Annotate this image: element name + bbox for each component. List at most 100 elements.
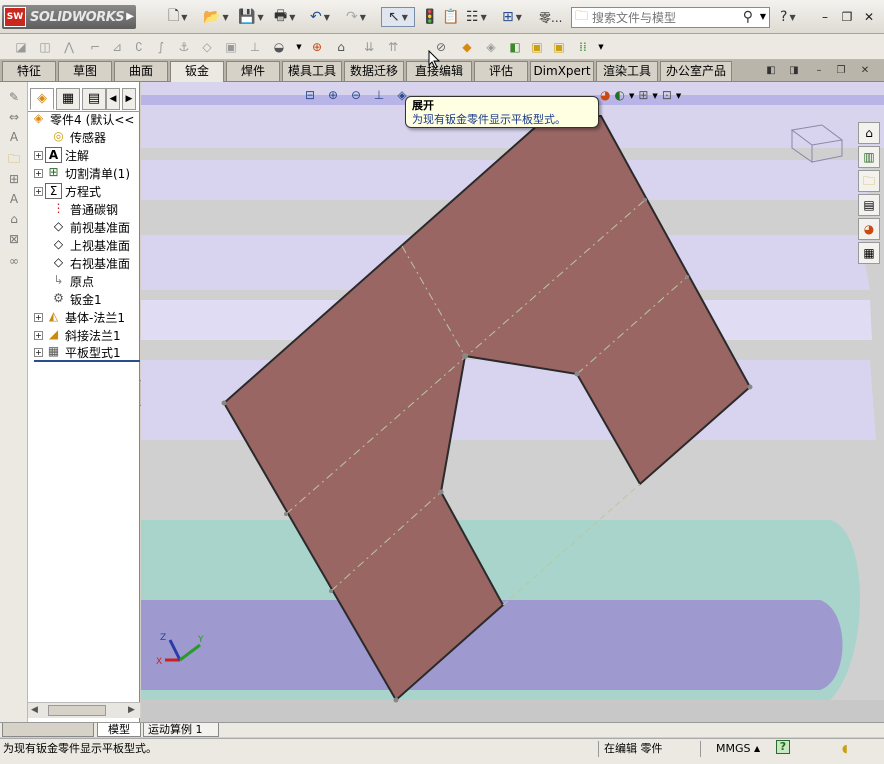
graphics-area[interactable]: X Z Y [141, 82, 884, 722]
section-view-icon[interactable]: ⊥ [369, 88, 389, 108]
tree-item-right-plane[interactable]: ◇ 右视基准面 [50, 254, 130, 272]
tree-root-part[interactable]: ◈ 零件4 (默认<< [30, 110, 135, 128]
doc-close-button[interactable]: ✕ [858, 64, 872, 78]
solidworks-resources-icon[interactable]: ⌂ [858, 122, 880, 144]
tab-data-migration[interactable]: 数据迁移 [344, 61, 404, 81]
jog-icon[interactable]: ∫ [152, 38, 170, 56]
open-file-button[interactable]: 📂 ▼ [203, 7, 229, 27]
tab-features[interactable]: 特征 [2, 61, 56, 81]
design-library-icon[interactable]: ▥ [858, 146, 880, 168]
folder-icon[interactable]: 🗀 [6, 150, 22, 166]
redo-button[interactable]: ↷ ▼ [346, 7, 366, 27]
file-explorer-icon[interactable]: 🗀 [858, 170, 880, 192]
unfold-icon[interactable]: ⇊ [360, 38, 378, 56]
break-corner-icon[interactable]: ◒ [270, 38, 288, 56]
select-button[interactable]: ↖ ▼ [381, 7, 415, 27]
chevron-down-icon[interactable]: ▼ [652, 88, 657, 108]
help-icon[interactable]: ? [776, 740, 790, 754]
sketched-bend-icon[interactable]: ⚓ [175, 38, 193, 56]
units-up-icon[interactable]: ▲ [754, 741, 760, 757]
layout-button[interactable]: ⊞ ▼ [502, 7, 522, 27]
insert-bends-icon[interactable]: ◈ [482, 38, 500, 56]
appearance-icon[interactable]: ◕ [600, 88, 610, 108]
tab-scroll-area[interactable] [2, 723, 94, 737]
expand-icon[interactable]: + [34, 330, 43, 340]
view-settings-icon[interactable]: ⊞ [638, 88, 648, 108]
linear-pattern-icon[interactable]: ⁞⁞ [574, 38, 592, 56]
tab-evaluate[interactable]: 评估 [474, 61, 528, 81]
previous-view-icon[interactable]: ⊖ [346, 88, 366, 108]
zoom-to-fit-icon[interactable]: ⊟ [300, 88, 320, 108]
lock-icon[interactable]: ⌂ [6, 212, 22, 228]
restore-button[interactable]: ❐ [838, 8, 856, 26]
rebuild-button[interactable]: 🚦 [421, 7, 438, 27]
tree-item-material[interactable]: ⋮ 普通碳钢 [50, 200, 119, 218]
tab-mold-tools[interactable]: 模具工具 [282, 61, 342, 81]
text-icon[interactable]: A [6, 192, 22, 208]
fold-icon[interactable]: ⇈ [384, 38, 402, 56]
tree-item-origin[interactable]: ↳ 原点 [50, 272, 94, 290]
undo-button[interactable]: ↶ ▼ [310, 7, 330, 27]
chevron-down-icon[interactable]: ▼ [592, 38, 610, 56]
doc-minimize-button[interactable]: – [812, 64, 826, 78]
appearances-icon[interactable]: ◕ [858, 218, 880, 240]
print-button[interactable]: 🖶 ▼ [274, 7, 295, 27]
expand-icon[interactable]: + [34, 168, 43, 178]
zoom-to-area-icon[interactable]: ⊕ [323, 88, 343, 108]
tree-item-sheet-metal[interactable]: ⚙ 钣金1 [50, 290, 102, 308]
expand-icon[interactable]: + [34, 186, 43, 196]
closed-corner-icon[interactable]: ▣ [222, 38, 240, 56]
close-button[interactable]: ✕ [860, 8, 878, 26]
base-flange-tool-icon[interactable]: ◪ [12, 38, 30, 56]
chevron-down-icon[interactable]: ▼ [290, 38, 308, 56]
tree-item-equations[interactable]: + Σ 方程式 [34, 182, 101, 200]
chevron-down-icon[interactable]: ▼ [629, 88, 634, 108]
grid-icon[interactable]: ⊠ [6, 232, 22, 248]
custom-properties-icon[interactable]: ▦ [858, 242, 880, 264]
tab-sheet-metal[interactable]: 钣金 [170, 61, 224, 82]
cross-break-icon[interactable]: ◇ [198, 38, 216, 56]
scrollbar-thumb[interactable] [48, 705, 106, 716]
scroll-right-icon[interactable]: ▶ [128, 705, 135, 715]
scene-icon[interactable]: ◐ [614, 88, 624, 108]
property-manager-tab[interactable]: ▦ [56, 88, 80, 110]
view-palette-icon[interactable]: ▤ [858, 194, 880, 216]
display-pane-icon[interactable]: ⊡ [662, 88, 672, 108]
sketch-icon[interactable]: ✎ [6, 90, 22, 106]
status-units[interactable]: MMGS [716, 741, 751, 757]
dimension-icon[interactable]: ⇔ [6, 110, 22, 126]
vent-icon[interactable]: ⌂ [332, 38, 350, 56]
tree-item-miter-flange[interactable]: + ◢ 斜接法兰1 [34, 326, 121, 344]
tree-item-front-plane[interactable]: ◇ 前视基准面 [50, 218, 130, 236]
convert-to-sheet-metal-icon[interactable]: ◫ [36, 38, 54, 56]
expand-icon[interactable]: + [34, 347, 43, 357]
tab-scroll-right-icon[interactable]: ◨ [787, 64, 801, 78]
chain-icon[interactable]: ∞ [6, 254, 22, 270]
simple-hole-icon[interactable]: ⊕ [308, 38, 326, 56]
chevron-down-icon[interactable]: ▼ [676, 88, 681, 108]
doc-restore-button[interactable]: ❐ [834, 64, 848, 78]
search-icon[interactable]: ⚲ [743, 9, 753, 25]
tree-item-cut-list[interactable]: + ⊞ 切割清单(1) [34, 164, 130, 182]
options-button[interactable]: ☷ ▼ [466, 7, 487, 27]
file-properties-button[interactable]: 📋 [442, 7, 459, 27]
expand-icon[interactable]: + [34, 150, 43, 160]
extruded-cut-icon[interactable]: ◧ [506, 38, 524, 56]
tab-render-tools[interactable]: 渲染工具 [596, 61, 658, 81]
tab-dimxpert[interactable]: DimXpert [530, 61, 594, 81]
edge-flange-icon[interactable]: ⌐ [86, 38, 104, 56]
new-file-button[interactable]: 🗋 ▼ [168, 7, 187, 27]
minimize-button[interactable]: – [816, 8, 834, 26]
rip-icon[interactable]: ◆ [458, 38, 476, 56]
tree-item-top-plane[interactable]: ◇ 上视基准面 [50, 236, 130, 254]
smart-mate-icon[interactable]: ⊞ [6, 172, 22, 188]
tree-item-sensors[interactable]: ◎ 传感器 [50, 128, 106, 146]
tree-item-base-flange[interactable]: + ◭ 基体-法兰1 [34, 308, 125, 326]
save-button[interactable]: 💾 ▼ [238, 7, 264, 27]
search-box[interactable]: 🗀 ⚲ ▼ [571, 7, 770, 28]
expand-icon[interactable]: + [34, 312, 43, 322]
tab-scroll-right-icon[interactable]: ▶ [122, 88, 136, 110]
tree-item-annotations[interactable]: + A 注解 [34, 146, 89, 164]
feature-manager-scrollbar[interactable]: ◀ ▶ [28, 702, 140, 718]
solidworks-logo[interactable]: SW SOLIDWORKS ▶ [2, 5, 136, 29]
